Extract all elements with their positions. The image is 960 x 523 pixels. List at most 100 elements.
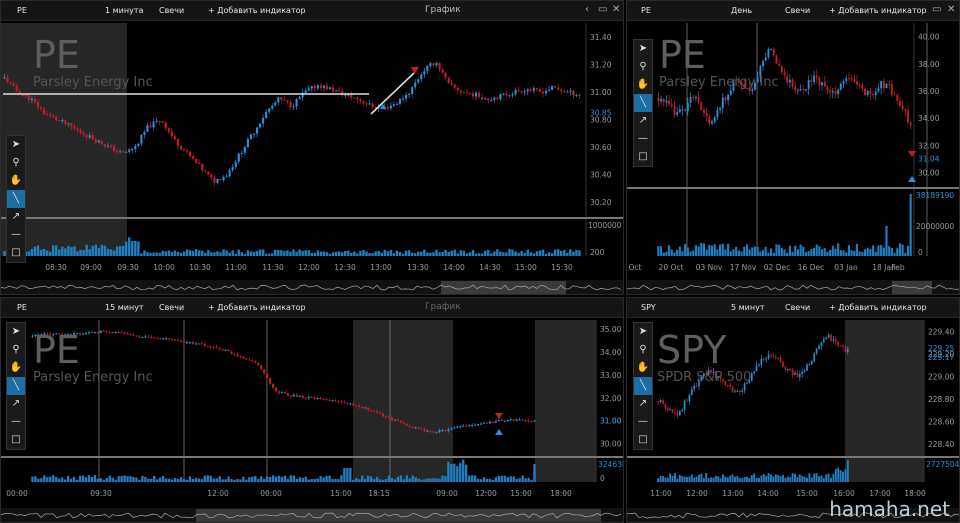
candle xyxy=(719,108,722,111)
volume-bar xyxy=(377,250,380,256)
zoom-icon[interactable]: ⚲ xyxy=(7,341,25,359)
candle xyxy=(541,91,545,94)
volume-bar xyxy=(242,476,245,482)
volume-bar xyxy=(523,252,526,256)
cursor-icon[interactable]: ➤ xyxy=(7,323,25,341)
candle xyxy=(721,97,724,109)
line-icon[interactable]: ╲ xyxy=(634,94,652,112)
chart-panel-pe-1min[interactable]: PE 1 минута Свечи + Добавить индикатор Г… xyxy=(0,0,624,295)
candle xyxy=(255,127,259,134)
candle xyxy=(671,409,674,413)
candle xyxy=(201,163,204,171)
candle xyxy=(839,345,842,347)
price-tick: 229.40 xyxy=(928,327,954,336)
candle xyxy=(278,391,281,393)
volume-bar xyxy=(494,477,498,482)
volume-bar xyxy=(447,251,450,256)
volume-bar xyxy=(295,478,299,482)
price-tick: 31.20 xyxy=(590,60,612,69)
candle xyxy=(662,98,665,103)
zoom-icon[interactable]: ⚲ xyxy=(634,58,652,76)
hline-icon[interactable]: — xyxy=(7,226,25,244)
volume-bar xyxy=(493,251,496,256)
candle xyxy=(134,146,137,150)
rect-icon[interactable]: □ xyxy=(7,244,25,262)
hand-icon[interactable]: ✋ xyxy=(7,172,25,190)
volume-bar xyxy=(176,251,180,256)
candle xyxy=(827,334,830,338)
zoom-icon[interactable]: ⚲ xyxy=(7,154,25,172)
candle xyxy=(669,409,672,411)
candle xyxy=(240,152,243,154)
volume-bar xyxy=(103,245,107,256)
volume-bar xyxy=(804,252,808,256)
arrow-icon[interactable]: ↗ xyxy=(634,395,652,413)
hline-icon[interactable]: — xyxy=(634,413,652,431)
candle xyxy=(726,384,729,386)
price-tick: 228.60 xyxy=(928,417,954,426)
volume-bar xyxy=(662,476,664,482)
volume-bar xyxy=(292,475,296,482)
candle xyxy=(179,340,183,342)
volume-bar xyxy=(304,476,307,482)
candle xyxy=(686,400,688,402)
volume-bar xyxy=(140,253,143,256)
volume-bar xyxy=(162,476,165,482)
volume-bar xyxy=(366,475,370,482)
hand-icon[interactable]: ✋ xyxy=(7,359,25,377)
volume-bar xyxy=(676,478,679,482)
candle xyxy=(832,339,835,341)
candle xyxy=(544,90,548,94)
candle xyxy=(755,365,758,372)
arrow-icon[interactable]: ↗ xyxy=(7,208,25,226)
candle xyxy=(563,91,566,93)
rect-icon[interactable]: □ xyxy=(7,431,25,449)
chart-panel-spy-5min[interactable]: SPY 5 минут Свечи + Добавить индикатор 2… xyxy=(626,297,960,523)
line-icon[interactable]: ╲ xyxy=(634,377,652,395)
candle xyxy=(188,342,191,344)
candle xyxy=(405,423,408,426)
arrow-icon[interactable]: ↗ xyxy=(7,395,25,413)
rect-icon[interactable]: □ xyxy=(634,148,652,166)
volume-bar xyxy=(173,477,177,482)
hand-icon[interactable]: ✋ xyxy=(634,359,652,377)
candle xyxy=(523,91,526,93)
candle xyxy=(398,98,402,104)
volume-bar xyxy=(727,243,730,256)
arrow-icon[interactable]: ↗ xyxy=(634,112,652,130)
candle xyxy=(274,102,277,106)
volume-bar xyxy=(258,249,262,256)
chart-panel-pe-15min[interactable]: PE 15 минут Свечи + Добавить индикатор Г… xyxy=(0,297,624,523)
candle xyxy=(15,85,18,92)
volume-bar xyxy=(684,243,687,256)
hand-icon[interactable]: ✋ xyxy=(634,76,652,94)
candle xyxy=(907,110,909,123)
chart-panel-pe-day[interactable]: PE День Свечи + Добавить индикатор ▭ ✕ 4… xyxy=(626,0,960,295)
site-watermark: hamaha.net xyxy=(829,497,950,521)
volume-bar xyxy=(144,476,147,482)
candle xyxy=(786,75,789,83)
cursor-icon[interactable]: ➤ xyxy=(7,136,25,154)
line-icon[interactable]: ╲ xyxy=(7,377,25,395)
hline-icon[interactable]: — xyxy=(7,413,25,431)
cursor-icon[interactable]: ➤ xyxy=(634,323,652,341)
volume-bar xyxy=(462,250,466,256)
candle xyxy=(788,79,791,83)
cursor-icon[interactable]: ➤ xyxy=(634,40,652,58)
candle xyxy=(820,342,823,346)
volume-bar xyxy=(218,476,221,482)
volume-bar xyxy=(826,251,829,256)
volume-bar xyxy=(724,249,727,256)
candle xyxy=(263,369,266,374)
rect-icon[interactable]: □ xyxy=(634,431,652,449)
volume-bar xyxy=(788,245,791,256)
line-icon[interactable]: ╲ xyxy=(7,190,25,208)
zoom-icon[interactable]: ⚲ xyxy=(634,341,652,359)
volume-bar xyxy=(37,478,40,482)
candle xyxy=(225,176,228,178)
volume-bar xyxy=(381,479,385,482)
candle xyxy=(370,410,373,412)
hline-icon[interactable]: — xyxy=(634,130,652,148)
volume-bar xyxy=(97,247,101,256)
volume-bar xyxy=(541,249,545,256)
